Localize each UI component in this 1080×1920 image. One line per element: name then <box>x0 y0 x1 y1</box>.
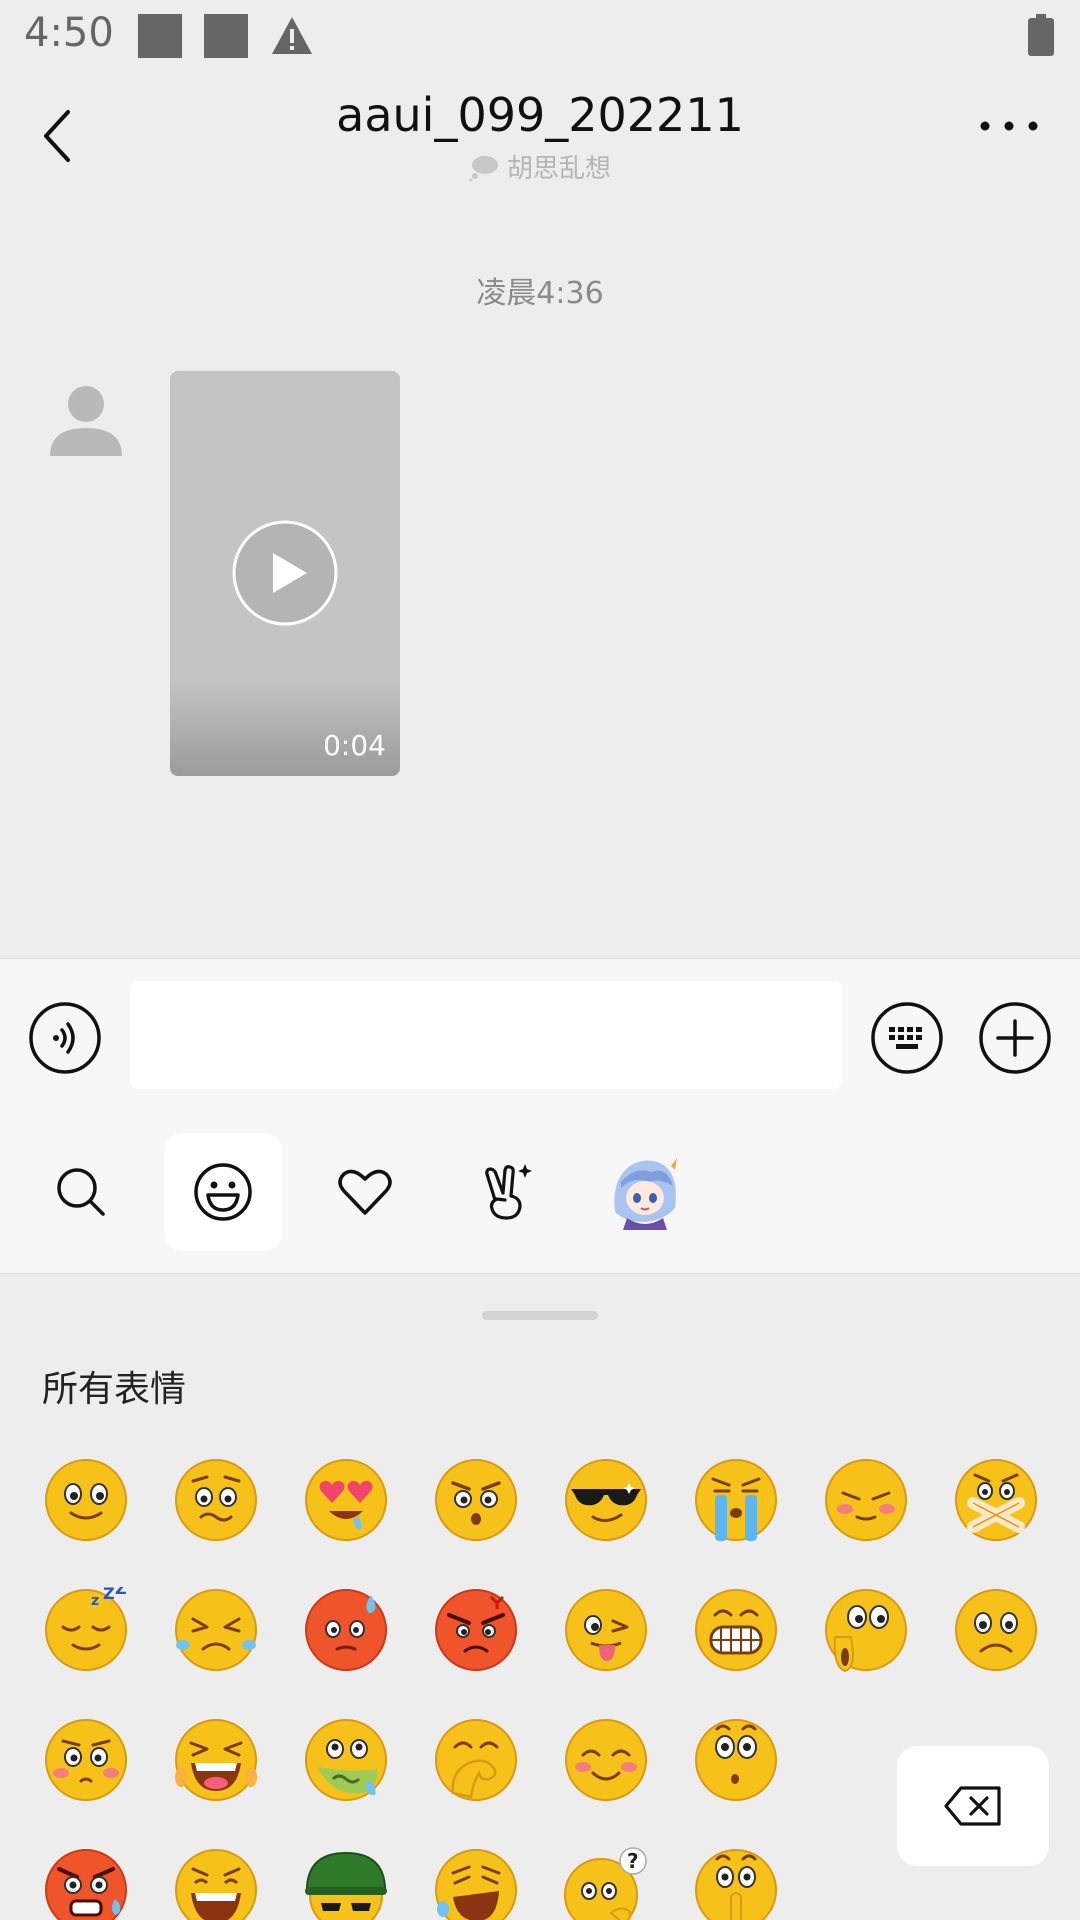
emoji-grin[interactable] <box>693 1587 779 1673</box>
emoji-surprised[interactable] <box>693 1717 779 1803</box>
emoji-shush-finger[interactable] <box>693 1847 779 1920</box>
svg-text:Z: Z <box>115 1587 127 1598</box>
more-functions-button[interactable] <box>978 1001 1052 1075</box>
emoji-section-title: 所有表情 <box>42 1369 187 1410</box>
chat-header: aaui_099_202211 胡思乱想 <box>0 76 1080 186</box>
tab-favorites[interactable] <box>306 1133 424 1251</box>
tab-anime-sticker[interactable] <box>586 1133 704 1251</box>
play-icon[interactable] <box>231 519 339 627</box>
emoji-shocked-hand[interactable] <box>823 1587 909 1673</box>
emoji-tears-squint[interactable] <box>173 1587 259 1673</box>
svg-text:Z: Z <box>103 1587 115 1603</box>
emoji-frown[interactable] <box>953 1587 1039 1673</box>
contact-avatar[interactable] <box>42 380 130 468</box>
emoji-laugh-cry[interactable] <box>173 1717 259 1803</box>
message-input[interactable] <box>130 981 842 1089</box>
warning-icon <box>272 17 312 54</box>
emoji-smirk-cry[interactable] <box>433 1847 519 1920</box>
emoji-flushed[interactable] <box>43 1717 129 1803</box>
more-options-button[interactable] <box>974 106 1044 146</box>
emoji-thinking-question[interactable]: ? <box>563 1847 649 1920</box>
emoji-sick[interactable] <box>303 1717 389 1803</box>
panel-drag-handle[interactable] <box>482 1311 598 1320</box>
emoji-wink-tongue[interactable] <box>563 1587 649 1673</box>
chat-status-text: 胡思乱想 <box>506 154 611 184</box>
emoji-helmet[interactable] <box>303 1847 389 1920</box>
message-timestamp: 凌晨4:36 <box>476 276 604 311</box>
anime-sticker-icon <box>614 1158 677 1230</box>
emoji-crying[interactable] <box>693 1457 779 1543</box>
emoji-happy-blush[interactable] <box>563 1717 649 1803</box>
emoji-furious[interactable] <box>433 1587 519 1673</box>
notification-icon <box>138 14 182 58</box>
keyboard-toggle-button[interactable] <box>870 1001 944 1075</box>
notification-icon <box>204 14 248 58</box>
victory-hand-icon <box>485 1164 532 1220</box>
emoji-smile[interactable] <box>43 1457 129 1543</box>
emoji-angry-eyes[interactable] <box>433 1457 519 1543</box>
search-icon <box>57 1168 105 1216</box>
emoji-big-grin[interactable] <box>173 1847 259 1920</box>
emoji-sunglasses[interactable] <box>563 1457 649 1543</box>
tab-search[interactable] <box>22 1133 140 1251</box>
emoji-facepalm[interactable] <box>433 1717 519 1803</box>
emoji-sweat-red[interactable] <box>303 1587 389 1673</box>
status-bar: 4:50 <box>0 0 1080 76</box>
tab-emoji[interactable] <box>164 1133 282 1251</box>
emoji-worried[interactable] <box>173 1457 259 1543</box>
emoji-face-icon <box>194 1163 252 1221</box>
svg-text:z: z <box>91 1593 99 1609</box>
chat-status: 胡思乱想 <box>0 148 1080 185</box>
video-message[interactable]: 0:04 <box>170 371 400 776</box>
status-time: 4:50 <box>24 10 114 56</box>
battery-icon <box>1028 14 1054 56</box>
delete-button[interactable] <box>897 1746 1049 1866</box>
backspace-icon <box>944 1786 1001 1826</box>
emoji-blush[interactable] <box>823 1457 909 1543</box>
emoji-scared-red[interactable] <box>43 1847 129 1920</box>
emoji-shush[interactable] <box>953 1457 1039 1543</box>
voice-input-button[interactable] <box>28 1001 102 1075</box>
svg-text:?: ? <box>627 1849 639 1873</box>
video-duration: 0:04 <box>323 729 386 762</box>
input-area <box>0 958 1080 1274</box>
heart-icon <box>338 1169 392 1215</box>
tab-gestures[interactable] <box>446 1133 564 1251</box>
thought-bubble-icon <box>469 156 498 181</box>
chat-title: aaui_099_202211 <box>336 88 744 142</box>
emoji-heart-eyes[interactable] <box>303 1457 389 1543</box>
emoji-sleepy[interactable]: z Z Z <box>43 1587 129 1673</box>
